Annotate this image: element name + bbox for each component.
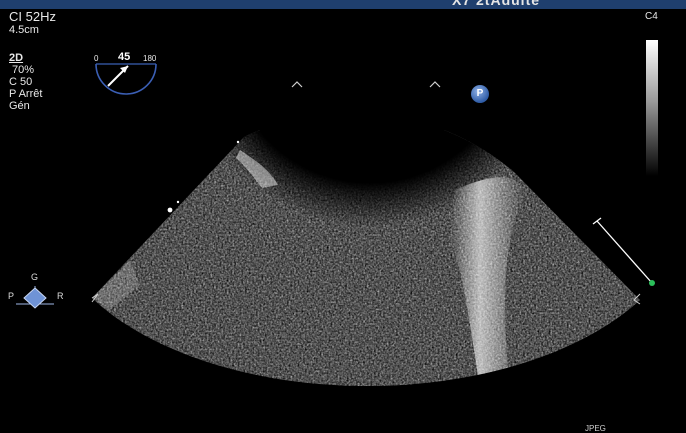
focus-marker-icon [291, 81, 303, 88]
orientation-diamond-icon [16, 286, 54, 309]
ultrasound-sector-image [91, 130, 655, 387]
p-badge-icon: P [471, 85, 489, 103]
focus-marker-icon [429, 81, 441, 88]
image-format-label: JPEG [585, 424, 606, 433]
